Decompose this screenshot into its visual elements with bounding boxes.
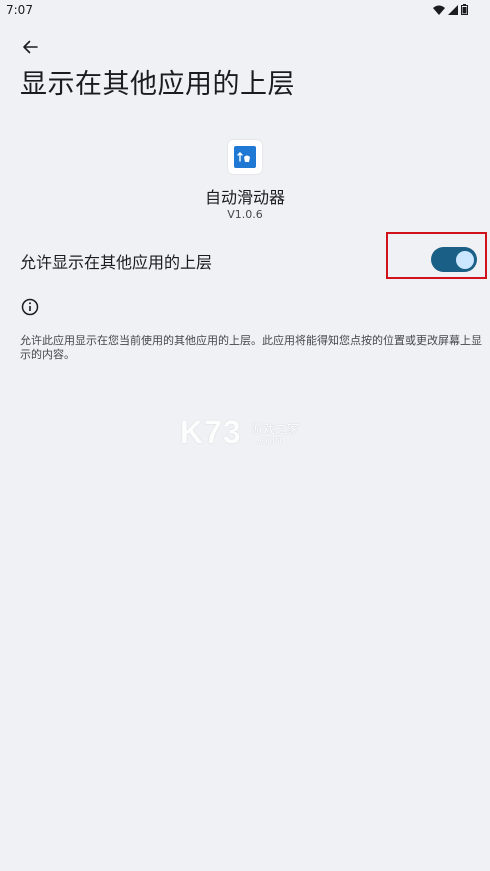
info-icon — [21, 298, 39, 316]
permission-description: 允许此应用显示在您当前使用的其他应用的上层。此应用将能得知您点按的位置或更改屏幕… — [20, 334, 482, 361]
wifi-icon — [433, 5, 445, 15]
app-name: 自动滑动器 — [204, 188, 285, 207]
watermark-domain: .com — [256, 433, 283, 447]
status-icons — [433, 4, 468, 15]
back-button[interactable] — [18, 35, 42, 59]
app-version: V1.0.6 — [227, 208, 263, 221]
permission-row[interactable]: 允许显示在其他应用的上层 — [0, 230, 490, 286]
page-title: 显示在其他应用的上层 — [20, 69, 295, 100]
cellular-signal-icon — [448, 4, 458, 15]
battery-icon — [461, 4, 468, 15]
watermark-logo: K73 游戏之家 .com — [180, 414, 310, 452]
watermark-main: K73 — [180, 414, 242, 450]
back-arrow-icon — [23, 40, 38, 54]
status-time: 7:07 — [6, 3, 33, 17]
overlay-permission-toggle[interactable] — [431, 247, 477, 272]
status-bar: 7:07 — [0, 0, 490, 22]
toggle-thumb — [456, 250, 474, 269]
auto-swipe-app-icon — [234, 146, 256, 168]
app-icon — [228, 140, 262, 174]
permission-label: 允许显示在其他应用的上层 — [20, 253, 213, 272]
